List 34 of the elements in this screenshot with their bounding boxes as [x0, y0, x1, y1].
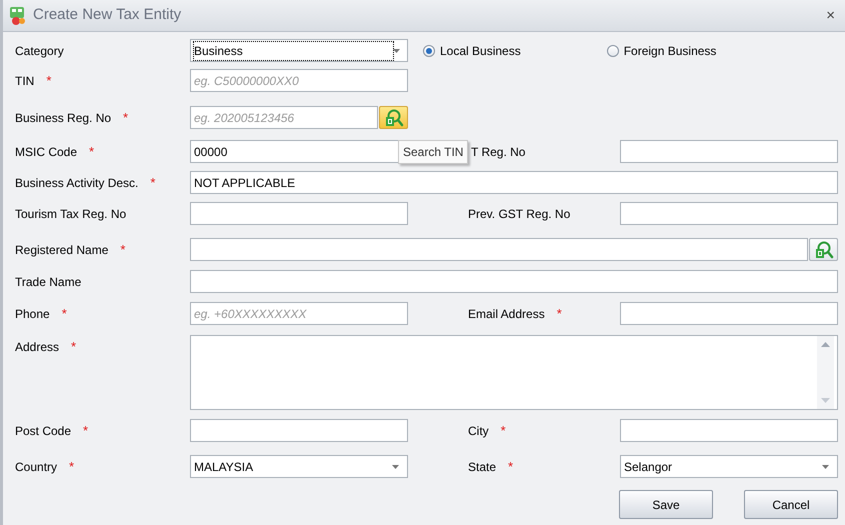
required-marker: *	[69, 458, 74, 476]
required-marker: *	[120, 240, 126, 259]
field-label: TIN	[15, 72, 34, 90]
field-label: Business Activity Desc.	[15, 174, 138, 192]
field-label: Email Address	[468, 306, 545, 322]
required-marker: *	[150, 174, 156, 192]
required-marker: *	[556, 304, 562, 323]
field-label: Country	[15, 458, 58, 476]
dropdown-value: MALAYSIA	[194, 458, 254, 476]
dropdown-value: Business	[194, 42, 393, 60]
field-label: MSIC Code	[15, 144, 78, 160]
field-label: T Reg. No	[471, 144, 526, 160]
field-label: Phone	[15, 306, 50, 322]
field-label: Address	[15, 338, 60, 356]
field-label: Post Code	[15, 422, 72, 440]
required-marker: *	[83, 422, 88, 440]
required-marker: *	[62, 304, 67, 323]
required-marker: *	[89, 142, 94, 161]
field-label: Prev. GST Reg. No	[468, 206, 570, 222]
required-marker: *	[71, 338, 76, 356]
field-label: Trade Name	[15, 274, 82, 290]
field-label: Tourism Tax Reg. No	[15, 206, 126, 222]
required-marker: *	[123, 108, 128, 127]
required-marker: *	[46, 72, 52, 90]
required-marker: *	[500, 422, 506, 440]
field-label: City	[468, 422, 489, 440]
dropdown-value: Selangor	[624, 458, 672, 476]
window-title: Create New Tax Entity	[33, 5, 182, 26]
field-label: Registered Name	[15, 242, 108, 258]
field-label: Business Reg. No	[15, 110, 112, 126]
tooltip: Search TIN	[398, 140, 468, 164]
required-marker: *	[508, 458, 514, 476]
field-label: Category	[15, 42, 64, 60]
field-label: State	[468, 458, 496, 476]
